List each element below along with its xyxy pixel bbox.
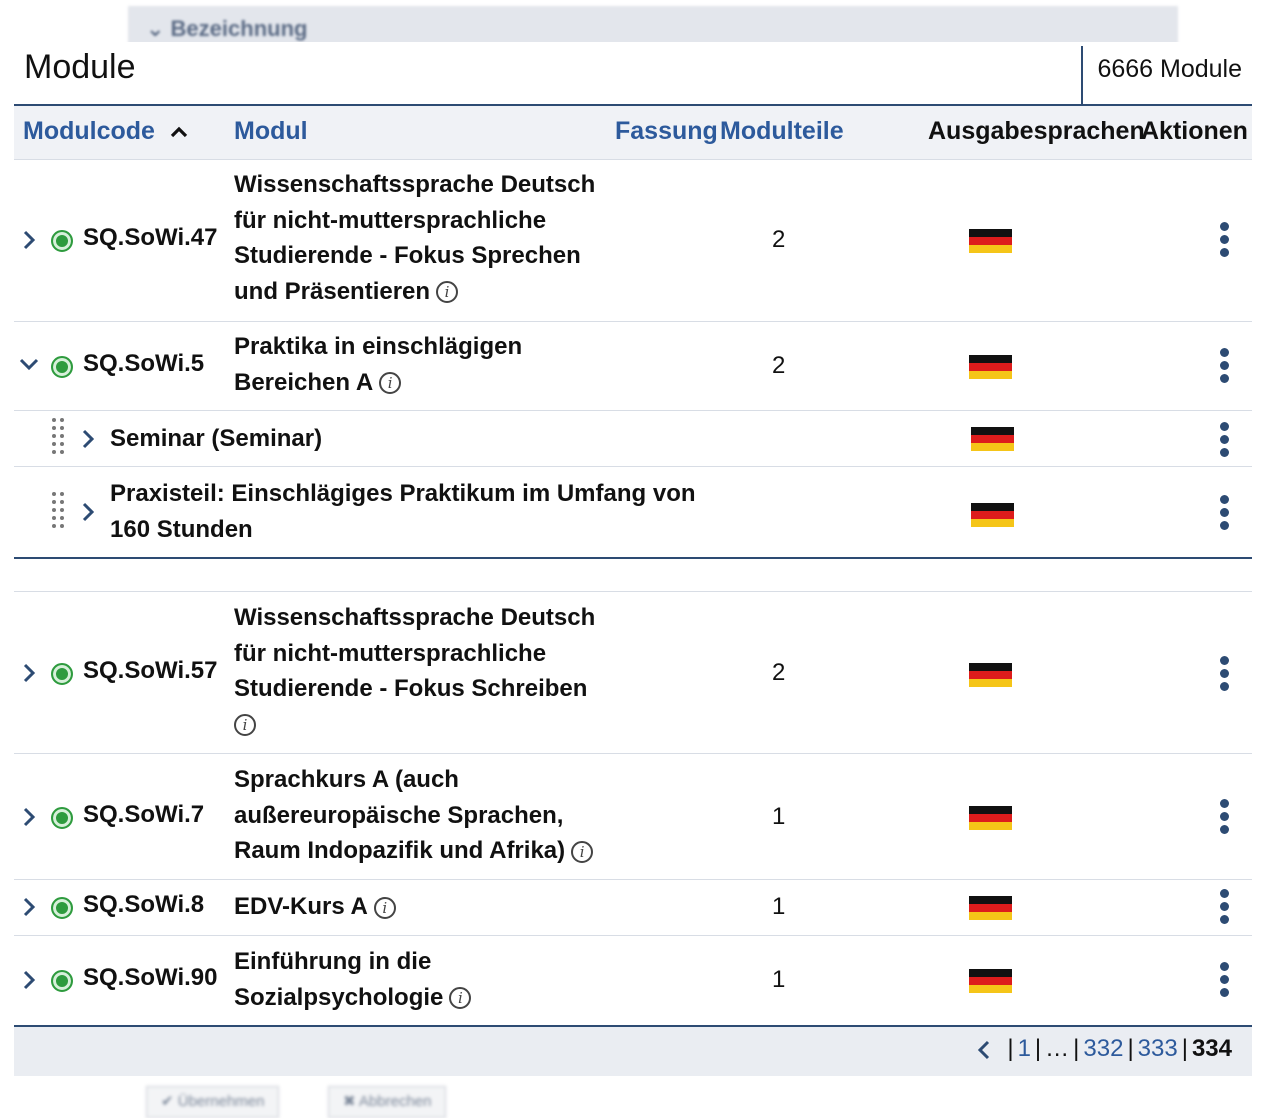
module-code: SQ.SoWi.7 bbox=[83, 801, 205, 828]
panel-header: Module 6666 Module bbox=[14, 42, 1252, 106]
table-row[interactable]: SQ.SoWi.57 Wissenschaftssprache Deutsch … bbox=[14, 593, 1252, 754]
page-link-333[interactable]: 333 bbox=[1138, 1035, 1178, 1062]
pagination: | 1 |… | 332 | 333 | 334 bbox=[977, 1035, 1232, 1063]
module-name[interactable]: Einführung in die Sozialpsychologie i bbox=[234, 944, 604, 1015]
pagination-bar: | 1 |… | 332 | 333 | 334 bbox=[14, 1025, 1252, 1076]
column-header-fassung[interactable]: Fassung bbox=[615, 117, 718, 146]
module-count-box: 6666 Module bbox=[1081, 46, 1252, 104]
module-code: SQ.SoWi.5 bbox=[83, 350, 205, 377]
divider bbox=[14, 591, 1252, 592]
more-actions-icon[interactable] bbox=[1217, 799, 1231, 835]
module-name[interactable]: Wissenschaftssprache Deutsch für nicht-m… bbox=[234, 167, 604, 309]
page-link-332[interactable]: 332 bbox=[1083, 1035, 1123, 1062]
status-active-icon bbox=[51, 807, 73, 829]
table-row[interactable]: SQ.SoWi.8 EDV-Kurs Ai 1 bbox=[14, 880, 1252, 936]
table-row[interactable]: SQ.SoWi.7 Sprachkurs A (auch außereuropä… bbox=[14, 754, 1252, 880]
table-row[interactable]: SQ.SoWi.90 Einführung in die Sozialpsych… bbox=[14, 936, 1252, 1025]
column-header-aktionen: Aktionen bbox=[1141, 117, 1248, 145]
more-actions-icon[interactable] bbox=[1217, 222, 1231, 258]
de-flag-icon bbox=[971, 427, 1014, 451]
module-name[interactable]: EDV-Kurs Ai bbox=[234, 889, 604, 925]
chevron-right-icon[interactable] bbox=[82, 429, 94, 449]
module-count: 6666 Module bbox=[1097, 55, 1242, 83]
module-name[interactable]: Praktika in einschlägigen Bereichen Ai bbox=[234, 329, 604, 400]
module-name[interactable]: Sprachkurs A (auch außereuropäische Spra… bbox=[234, 762, 604, 869]
chevron-right-icon[interactable] bbox=[82, 502, 94, 522]
module-panel: Module 6666 Module Modulcode Modul Fassu… bbox=[14, 42, 1252, 1076]
module-parts-count: 2 bbox=[772, 226, 786, 253]
module-name[interactable]: Wissenschaftssprache Deutsch für nicht-m… bbox=[234, 600, 604, 742]
module-code: SQ.SoWi.90 bbox=[83, 964, 218, 991]
more-actions-icon[interactable] bbox=[1217, 422, 1231, 458]
more-actions-icon[interactable] bbox=[1217, 348, 1231, 384]
sub-item-row[interactable]: Seminar (Seminar) bbox=[14, 411, 1252, 467]
de-flag-icon bbox=[969, 969, 1012, 993]
table-row[interactable]: SQ.SoWi.5 Praktika in einschlägigen Bere… bbox=[14, 321, 1252, 411]
page-title: Module bbox=[24, 48, 136, 86]
column-header-modulteile[interactable]: Modulteile bbox=[720, 117, 844, 146]
column-header-modul[interactable]: Modul bbox=[234, 117, 308, 146]
column-header-modulcode[interactable]: Modulcode bbox=[23, 117, 188, 146]
de-flag-icon bbox=[971, 503, 1014, 527]
module-parts-count: 1 bbox=[772, 803, 786, 830]
de-flag-icon bbox=[969, 229, 1012, 253]
chevron-right-icon[interactable] bbox=[22, 229, 36, 251]
info-icon[interactable]: i bbox=[373, 896, 396, 919]
more-actions-icon[interactable] bbox=[1217, 962, 1231, 998]
column-header-ausgabesprachen: Ausgabesprachen bbox=[928, 117, 1145, 145]
page-ellipsis: … bbox=[1045, 1035, 1070, 1062]
status-active-icon bbox=[51, 897, 73, 919]
chevron-down-icon: ⌄ bbox=[146, 16, 171, 41]
info-icon[interactable]: i bbox=[571, 840, 594, 863]
module-code: SQ.SoWi.8 bbox=[83, 891, 205, 918]
chevron-down-icon[interactable] bbox=[18, 357, 40, 371]
drag-handle-icon[interactable] bbox=[52, 418, 66, 458]
more-actions-icon[interactable] bbox=[1217, 495, 1231, 531]
page-current: 334 bbox=[1191, 1035, 1232, 1062]
table-header: Modulcode Modul Fassung Modulteile Ausga… bbox=[14, 106, 1252, 160]
de-flag-icon bbox=[969, 806, 1012, 830]
info-icon[interactable]: i bbox=[436, 281, 459, 304]
info-icon[interactable]: i bbox=[379, 372, 402, 395]
sub-item-name[interactable]: Seminar (Seminar) bbox=[110, 421, 322, 457]
module-parts-count: 2 bbox=[772, 659, 786, 686]
status-active-icon bbox=[51, 663, 73, 685]
more-actions-icon[interactable] bbox=[1217, 889, 1231, 925]
de-flag-icon bbox=[969, 663, 1012, 687]
status-active-icon bbox=[51, 970, 73, 992]
module-parts-count: 1 bbox=[772, 893, 786, 920]
sort-ascending-icon bbox=[170, 127, 188, 138]
module-code: SQ.SoWi.57 bbox=[83, 657, 218, 684]
sub-item-name[interactable]: Praxisteil: Einschlägiges Praktikum im U… bbox=[110, 476, 696, 547]
de-flag-icon bbox=[969, 355, 1012, 379]
table-row[interactable]: SQ.SoWi.47 Wissenschaftssprache Deutsch … bbox=[14, 160, 1252, 322]
de-flag-icon bbox=[969, 896, 1012, 920]
background-filter-bar: ⌄ Bezeichnung bbox=[128, 6, 1178, 46]
chevron-right-icon[interactable] bbox=[22, 806, 36, 828]
info-icon[interactable]: i bbox=[449, 987, 472, 1010]
module-code: SQ.SoWi.47 bbox=[83, 224, 218, 251]
sub-item-row[interactable]: Praxisteil: Einschlägiges Praktikum im U… bbox=[14, 467, 1252, 559]
status-active-icon bbox=[51, 356, 73, 378]
info-icon[interactable]: i bbox=[234, 714, 256, 737]
cancel-button[interactable]: ✖ Abbrechen bbox=[328, 1086, 447, 1118]
background-filter-label: ⌄ Bezeichnung bbox=[146, 16, 308, 41]
chevron-right-icon[interactable] bbox=[22, 662, 36, 684]
chevron-right-icon[interactable] bbox=[22, 969, 36, 991]
more-actions-icon[interactable] bbox=[1217, 656, 1231, 692]
status-active-icon bbox=[51, 230, 73, 252]
drag-handle-icon[interactable] bbox=[52, 492, 66, 532]
module-parts-count: 2 bbox=[772, 352, 786, 379]
page-link-first[interactable]: 1 bbox=[1018, 1035, 1031, 1062]
module-parts-count: 1 bbox=[772, 966, 786, 993]
chevron-right-icon[interactable] bbox=[22, 896, 36, 918]
chevron-left-icon[interactable] bbox=[977, 1040, 991, 1060]
confirm-button[interactable]: ✔ Übernehmen bbox=[146, 1086, 280, 1118]
background-button-bar: ✔ Übernehmen ✖ Abbrechen bbox=[128, 1078, 528, 1118]
